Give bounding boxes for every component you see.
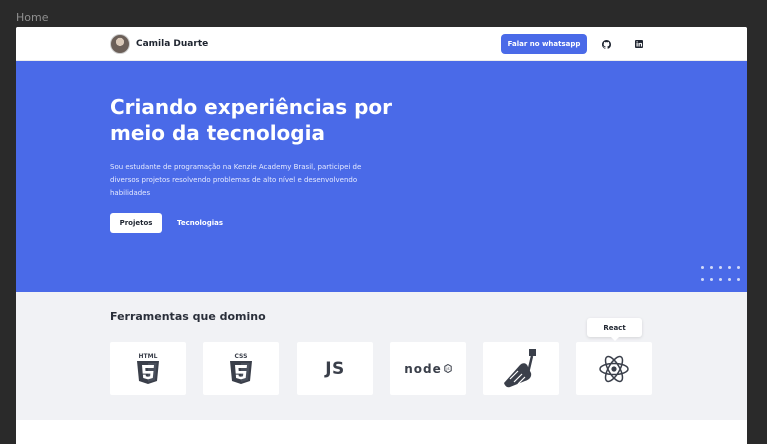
whatsapp-button[interactable]: Falar no whatsapp [501,34,587,54]
github-button[interactable] [596,34,616,54]
nodejs-hex-icon: js [444,364,452,373]
css-label: CSS [235,353,248,360]
html-label: HTML [139,353,158,360]
hero-section: Criando experiências por meio da tecnolo… [16,61,747,292]
nodejs-icon: node [404,361,442,376]
page-frame: Camila Duarte Falar no whatsapp Criando … [16,27,747,444]
tool-card-node[interactable]: node js [390,342,466,395]
tools-section: Ferramentas que domino React HTML CSS JS [16,292,747,420]
tool-tooltip: React [587,318,642,341]
site-header: Camila Duarte Falar no whatsapp [16,27,747,61]
tool-card-html[interactable]: HTML [110,342,186,395]
avatar [110,34,130,54]
git-hand-icon [504,348,536,387]
brand[interactable]: Camila Duarte [110,34,208,54]
tecnologias-link[interactable]: Tecnologias [177,213,223,233]
javascript-icon: JS [325,358,345,379]
hero-title: Criando experiências por meio da tecnolo… [110,95,393,145]
tools-title: Ferramentas que domino [110,310,266,323]
tool-card-git[interactable] [483,342,559,395]
decorative-dots [701,266,743,282]
tool-card-css[interactable]: CSS [203,342,279,395]
linkedin-button[interactable] [629,34,649,54]
next-section [16,420,747,444]
react-icon [599,355,629,382]
github-icon [601,39,611,49]
linkedin-icon [635,40,643,48]
hero-description: Sou estudante de programação na Kenzie A… [110,163,362,197]
projetos-button[interactable]: Projetos [110,213,162,233]
svg-text:js: js [445,366,449,371]
canvas-label: Home [16,11,49,24]
brand-name: Camila Duarte [136,39,209,49]
tool-card-js[interactable]: JS [297,342,373,395]
html5-icon: HTML [137,353,159,384]
tool-card-react[interactable] [576,342,652,395]
css3-icon: CSS [230,353,252,384]
